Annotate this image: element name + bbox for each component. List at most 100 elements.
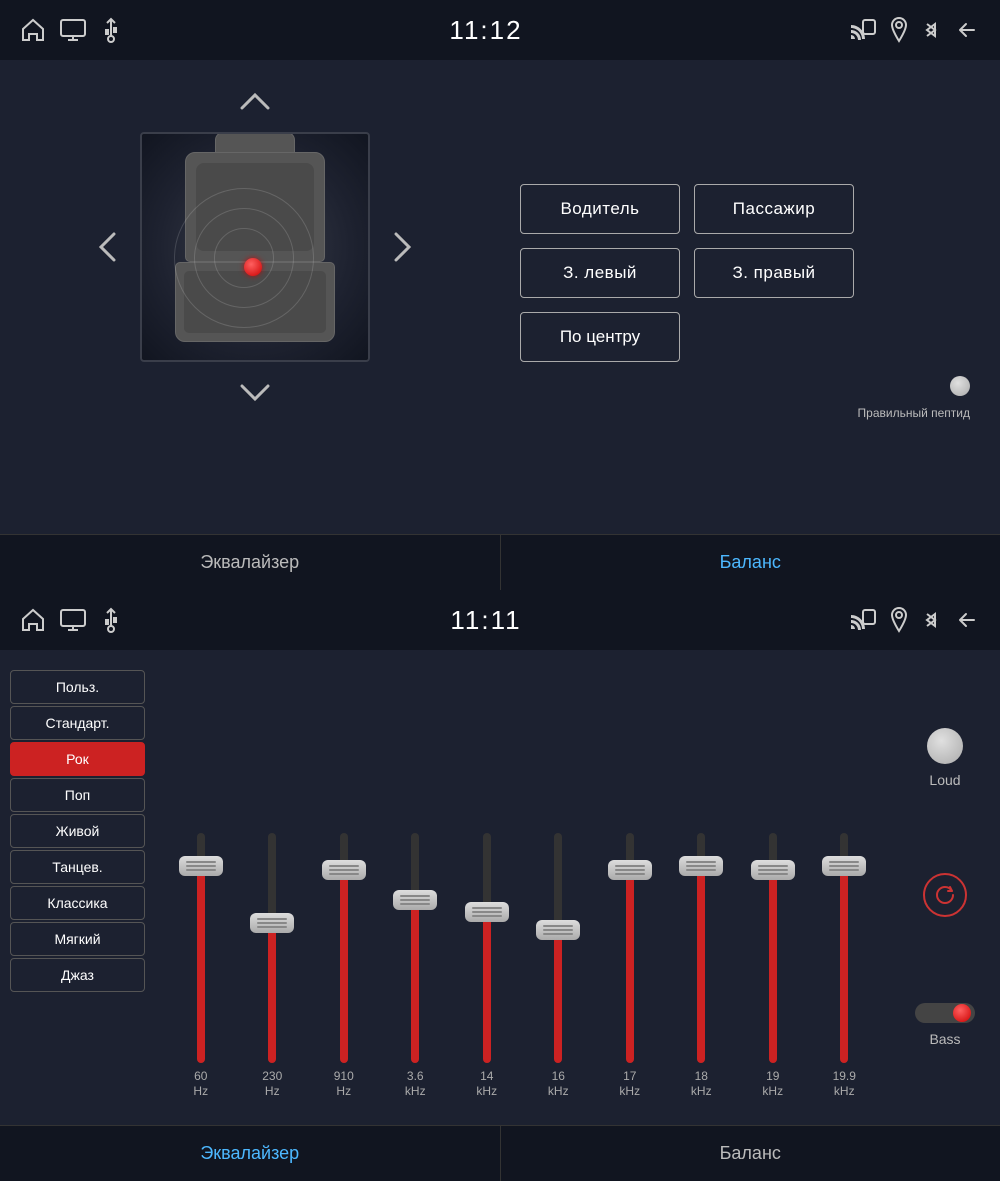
slider-thumb-0[interactable] [179,856,223,876]
slider-thumb-6[interactable] [608,860,652,880]
location-icon-2[interactable] [890,607,908,633]
home-icon[interactable] [20,17,46,43]
slider-track-6[interactable] [626,833,634,1063]
tab-equalizer-bottom[interactable]: Эквалайзер [0,1126,501,1181]
slider-thumb-7[interactable] [679,856,723,876]
bass-control: Bass [915,1003,975,1047]
slider-thumb-4[interactable] [465,902,509,922]
slider-label-1: 230Hz [262,1069,282,1100]
slider-label-5: 16kHz [548,1069,569,1100]
slider-track-5[interactable] [554,833,562,1063]
reset-button[interactable] [923,873,967,917]
eq-right-panel: Loud Bass [890,665,1000,1110]
bluetooth-icon-2[interactable] [922,607,940,633]
back-icon[interactable] [954,19,980,41]
slider-track-2[interactable] [340,833,348,1063]
cast-icon-2[interactable] [850,609,876,631]
back-icon-2[interactable] [954,609,980,631]
loud-button[interactable] [927,728,963,764]
seat-down-button[interactable] [233,370,277,414]
slider-column-0: 60Hz [172,833,230,1100]
slider-label-0: 60Hz [193,1069,208,1100]
rear-left-button[interactable]: З. левый [520,248,680,298]
preset-btn-1[interactable]: Стандарт. [10,706,145,740]
slider-track-0[interactable] [197,833,205,1063]
preset-btn-6[interactable]: Классика [10,886,145,920]
eq-sliders-area: 60Hz 230Hz 910Hz3.6kHz 14kHz 16kHz 17kHz 18kHz… [155,665,890,1110]
top-tab-bar: Эквалайзер Баланс [0,534,1000,590]
slider-thumb-9[interactable] [822,856,866,876]
seat-image [140,132,370,362]
slider-track-7[interactable] [697,833,705,1063]
seat-image-row [86,132,424,362]
bottom-status-bar: 11:11 [0,590,1000,650]
preset-btn-3[interactable]: Поп [10,778,145,812]
home-icon-2[interactable] [20,607,46,633]
slider-fill-5 [554,920,562,1063]
seat-btn-row-3: По центру [520,312,970,362]
slider-fill-3 [411,890,419,1063]
slider-column-2: 910Hz [315,833,373,1100]
seat-hot-spot[interactable] [244,258,262,276]
top-main-content: Водитель Пассажир З. левый З. правый По … [0,60,1000,534]
slider-track-9[interactable] [840,833,848,1063]
bluetooth-icon[interactable] [922,17,940,43]
slider-column-5: 16kHz [529,833,587,1100]
top-right-icons [850,17,980,43]
slider-fill-1 [268,913,276,1063]
center-button[interactable]: По центру [520,312,680,362]
location-icon[interactable] [890,17,908,43]
preset-btn-8[interactable]: Джаз [10,958,145,992]
slider-thumb-8[interactable] [751,860,795,880]
rear-right-button[interactable]: З. правый [694,248,854,298]
slider-track-3[interactable] [411,833,419,1063]
slider-thumb-3[interactable] [393,890,437,910]
driver-button[interactable]: Водитель [520,184,680,234]
screen-icon-2[interactable] [60,609,86,631]
tab-equalizer-top[interactable]: Эквалайзер [0,535,501,590]
slider-track-1[interactable] [268,833,276,1063]
top-panel: 11:12 [0,0,1000,590]
loud-label: Loud [929,772,960,788]
slider-thumb-2[interactable] [322,860,366,880]
seat-left-button[interactable] [86,225,130,269]
slider-column-4: 14kHz [458,833,516,1100]
cast-icon[interactable] [850,19,876,41]
bottom-right-icons [850,607,980,633]
preset-btn-4[interactable]: Живой [10,814,145,848]
seat-btn-row-2: З. левый З. правый [520,248,970,298]
usb-icon-2 [100,607,122,633]
eq-content: Польз.Стандарт.РокПопЖивойТанцев.Классик… [0,650,1000,1125]
screen-icon[interactable] [60,19,86,41]
slider-thumb-5[interactable] [536,920,580,940]
slider-fill-8 [769,860,777,1062]
slider-track-4[interactable] [483,833,491,1063]
bass-slider[interactable] [915,1003,975,1023]
slider-label-4: 14kHz [476,1069,497,1100]
passenger-button[interactable]: Пассажир [694,184,854,234]
slider-fill-4 [483,902,491,1063]
top-left-icons [20,17,122,43]
preset-btn-7[interactable]: Мягкий [10,922,145,956]
tab-balance-top[interactable]: Баланс [501,535,1000,590]
slider-fill-7 [697,856,705,1063]
indicator-label: Правильный пептид [858,406,970,420]
loud-toggle: Loud [927,728,963,788]
slider-label-7: 18kHz [691,1069,712,1100]
balance-indicator [950,376,970,396]
slider-label-8: 19kHz [762,1069,783,1100]
slider-fill-0 [197,856,205,1063]
usb-icon [100,17,122,43]
seat-right-button[interactable] [380,225,424,269]
slider-thumb-1[interactable] [250,913,294,933]
preset-btn-2[interactable]: Рок [10,742,145,776]
preset-btn-0[interactable]: Польз. [10,670,145,704]
slider-track-8[interactable] [769,833,777,1063]
slider-column-3: 3.6kHz [386,833,444,1100]
seat-up-button[interactable] [233,80,277,124]
slider-column-1: 230Hz [243,833,301,1100]
preset-btn-5[interactable]: Танцев. [10,850,145,884]
tab-balance-bottom[interactable]: Баланс [501,1126,1000,1181]
slider-column-6: 17kHz [601,833,659,1100]
slider-fill-2 [340,860,348,1062]
